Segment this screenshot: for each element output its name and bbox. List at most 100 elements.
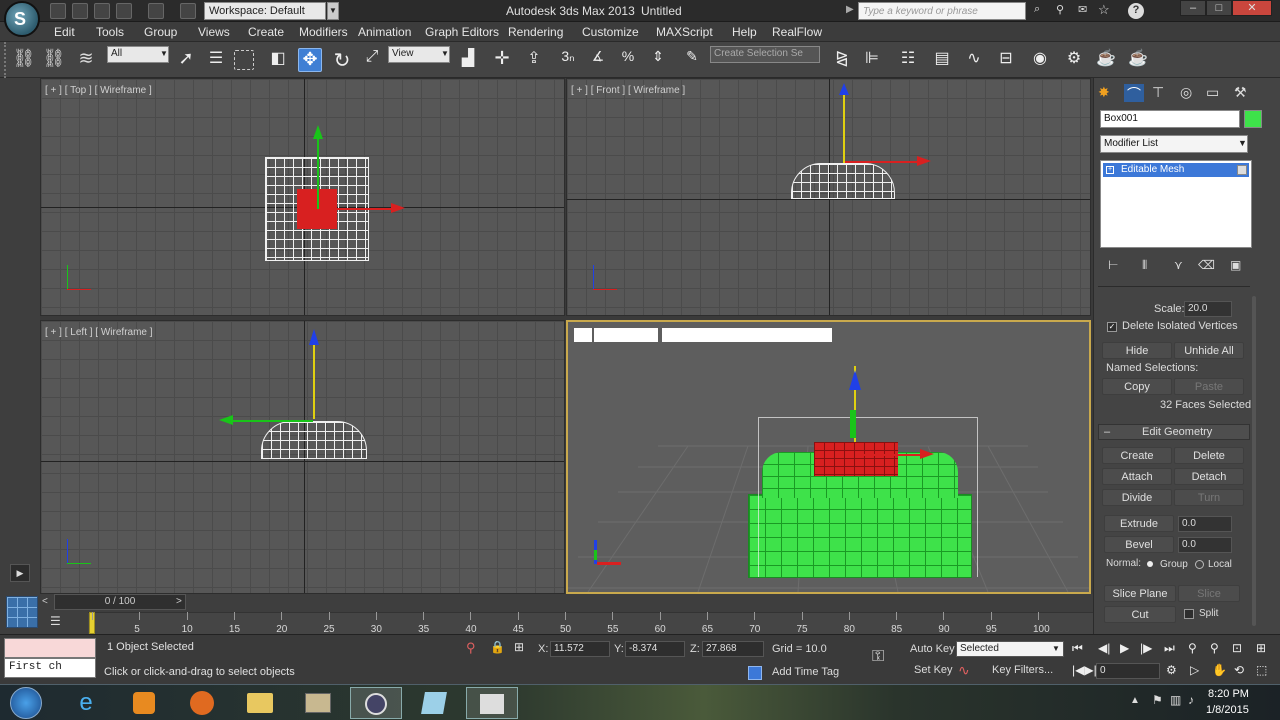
start-button[interactable] <box>10 687 42 719</box>
zoom-extents-all-icon[interactable]: ⊞ <box>1256 641 1266 655</box>
viewport-perspective[interactable] <box>566 320 1091 594</box>
chevron-down-icon[interactable]: ▼ <box>327 2 339 20</box>
delete-button[interactable]: Delete <box>1174 447 1244 464</box>
bevel-amount-spinner[interactable]: 0.0 <box>1178 537 1232 553</box>
clock-date[interactable]: 1/8/2015 <box>1206 704 1249 716</box>
time-tag-icon[interactable] <box>748 666 762 680</box>
material-editor-icon[interactable]: ◉ <box>1028 48 1052 72</box>
key-curve-icon[interactable]: ∿ <box>958 662 970 679</box>
utilities-tab-icon[interactable]: ⚒ <box>1234 84 1254 102</box>
modify-tab-icon[interactable]: ⌒ <box>1124 84 1144 102</box>
unlink-selection-icon[interactable]: ⛓ <box>42 48 66 72</box>
subscription-icon[interactable]: ⚲ <box>1056 3 1072 19</box>
viewport-layout-icon[interactable] <box>6 596 38 628</box>
menu-edit[interactable]: Edit <box>54 25 75 39</box>
extrude-button[interactable]: Extrude <box>1104 515 1174 532</box>
configure-modifier-sets-icon[interactable]: ▣ <box>1230 258 1241 272</box>
viewport-front[interactable]: [ + ] [ Front ] [ Wireframe ] <box>566 78 1091 316</box>
select-and-scale-icon[interactable]: ⤢ <box>360 48 384 72</box>
window-task-icon[interactable] <box>466 687 518 719</box>
y-coordinate-field[interactable]: -8.374 <box>625 641 685 657</box>
time-configuration-icon[interactable]: ⚙ <box>1166 663 1177 677</box>
rendered-frame-window-icon[interactable]: ☕ <box>1094 48 1118 72</box>
redo-icon[interactable] <box>148 3 164 19</box>
cut-button[interactable]: Cut <box>1104 606 1176 623</box>
turn-button[interactable]: Turn <box>1174 489 1244 506</box>
menu-modifiers[interactable]: Modifiers <box>299 25 348 39</box>
menu-create[interactable]: Create <box>248 25 284 39</box>
graphite-modeling-tools-icon[interactable]: ▤ <box>930 48 954 72</box>
chevron-down-icon[interactable]: ▼ <box>1238 138 1247 148</box>
menu-help[interactable]: Help <box>732 25 757 39</box>
close-button[interactable]: ✕ <box>1232 0 1272 16</box>
orbit-icon[interactable]: ⟲ <box>1234 663 1244 677</box>
mini-curve-editor-icon[interactable]: ☰ <box>50 614 70 630</box>
chevron-down-icon[interactable]: ▼ <box>441 49 449 58</box>
viewport-label[interactable]: [ + ] [ Front ] [ Wireframe ] <box>571 85 685 96</box>
gizmo-x-arrow-icon[interactable] <box>917 156 931 166</box>
project-folder-icon[interactable] <box>180 3 196 19</box>
delete-isolated-checkbox[interactable]: ✓ <box>1107 322 1117 332</box>
menu-customize[interactable]: Customize <box>582 25 639 39</box>
favorites-star-icon[interactable]: ☆ <box>1098 2 1114 18</box>
select-and-move-icon[interactable]: ✥ <box>298 48 322 72</box>
select-and-manipulate-icon[interactable]: ✛ <box>490 48 514 72</box>
gizmo-x-arrow-icon[interactable] <box>920 449 934 459</box>
media-player-icon[interactable] <box>118 687 170 719</box>
selection-lock-icon[interactable]: 🔒 <box>490 640 505 654</box>
time-slider[interactable]: 0 / 100 <box>54 594 186 610</box>
time-slider-prev-icon[interactable]: < <box>42 596 48 607</box>
gizmo-z-axis[interactable] <box>843 93 845 163</box>
menu-graph-editors[interactable]: Graph Editors <box>425 25 499 39</box>
gizmo-x-axis[interactable] <box>319 208 399 210</box>
percent-snap-icon[interactable]: % <box>616 48 640 72</box>
modifier-stack[interactable]: Editable Mesh + <box>1100 160 1252 248</box>
maxscript-mini-listener-top[interactable] <box>4 638 96 658</box>
app-logo-icon[interactable]: S <box>4 1 40 37</box>
wireframe-mesh[interactable] <box>261 421 367 459</box>
communication-icon[interactable]: ✉ <box>1078 3 1094 19</box>
pin-stack-icon[interactable]: ⊢ <box>1108 258 1118 272</box>
zoom-icon[interactable]: ⚲ <box>1188 641 1197 655</box>
minimize-button[interactable]: – <box>1180 0 1206 16</box>
isolate-selection-icon[interactable]: ⚲ <box>466 640 476 656</box>
z-coordinate-field[interactable]: 27.868 <box>702 641 764 657</box>
viewport-top[interactable]: [ + ] [ Top ] [ Wireframe ] <box>40 78 565 316</box>
previous-frame-icon[interactable]: ◀| <box>1098 641 1110 655</box>
keyboard-shortcut-override-icon[interactable]: ⇪ <box>522 48 546 72</box>
copy-button[interactable]: Copy <box>1102 378 1172 395</box>
viewport-label[interactable]: [ + ] [ Top ] [ Wireframe ] <box>45 85 152 96</box>
make-unique-icon[interactable]: ⋎ <box>1174 258 1183 272</box>
key-filters-button[interactable]: Key Filters... <box>992 664 1053 676</box>
key-mode-select[interactable]: Selected <box>956 641 1064 657</box>
render-production-icon[interactable]: ☕ <box>1126 48 1150 72</box>
stack-item-editable-mesh[interactable]: Editable Mesh <box>1103 163 1249 177</box>
gizmo-x-arrow-icon[interactable] <box>391 203 405 213</box>
viewport-left[interactable]: [ + ] [ Left ] [ Wireframe ] <box>40 320 565 594</box>
snaps-toggle-icon[interactable]: 3ₙ <box>556 48 580 72</box>
bind-space-warp-icon[interactable]: ≋ <box>74 48 98 72</box>
file-explorer-icon[interactable] <box>234 687 286 719</box>
next-frame-icon[interactable]: |▶ <box>1140 641 1152 655</box>
volume-icon[interactable]: ♪ <box>1188 693 1194 707</box>
maximize-button[interactable]: □ <box>1206 0 1232 16</box>
window-crossing-icon[interactable]: ◧ <box>266 48 290 72</box>
select-by-name-icon[interactable]: ☰ <box>204 48 228 72</box>
curve-editor-icon[interactable]: ∿ <box>962 48 986 72</box>
gizmo-x-axis[interactable] <box>858 454 928 456</box>
save-icon[interactable] <box>94 3 110 19</box>
object-color-swatch[interactable] <box>1244 110 1262 128</box>
add-time-tag[interactable]: Add Time Tag <box>772 666 839 678</box>
clock-time[interactable]: 8:20 PM <box>1208 688 1249 700</box>
hierarchy-tab-icon[interactable]: ⊤ <box>1152 84 1172 102</box>
set-key-button[interactable]: Set Key <box>914 664 953 676</box>
go-to-start-icon[interactable]: ⏮ <box>1072 641 1083 656</box>
scale-spinner[interactable]: 20.0 <box>1184 301 1232 317</box>
app-task-icon[interactable] <box>408 687 460 719</box>
unhide-all-button[interactable]: Unhide All <box>1174 342 1244 359</box>
angle-snap-icon[interactable]: ∡ <box>586 48 610 72</box>
gizmo-z-arrow-icon[interactable] <box>839 83 849 95</box>
time-slider-next-icon[interactable]: > <box>176 596 182 607</box>
create-button[interactable]: Create <box>1102 447 1172 464</box>
gizmo-y-axis[interactable] <box>317 139 319 209</box>
